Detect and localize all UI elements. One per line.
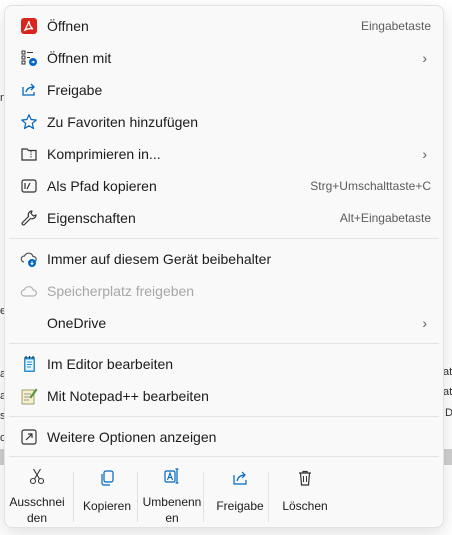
background-text: at bbox=[443, 366, 452, 378]
cut-button[interactable]: Ausschneiden bbox=[7, 462, 67, 525]
copy-button[interactable]: Kopieren bbox=[77, 462, 137, 524]
background-text: at bbox=[443, 386, 452, 398]
action-separator bbox=[137, 472, 138, 522]
delete-button[interactable]: Löschen bbox=[275, 462, 335, 524]
action-label: Löschen bbox=[282, 499, 328, 513]
chevron-right-icon: › bbox=[422, 50, 427, 66]
notepadpp-icon bbox=[19, 386, 39, 406]
menu-item-compress[interactable]: Komprimieren in... › bbox=[9, 139, 439, 169]
shortcut-text: Eingabetaste bbox=[360, 19, 431, 33]
menu-item-properties[interactable]: Eigenschaften Alt+Eingabetaste bbox=[9, 203, 439, 233]
menu-item-add-favorites[interactable]: Zu Favoriten hinzufügen bbox=[9, 107, 439, 137]
menu-item-label: Mit Notepad++ bearbeiten bbox=[47, 388, 209, 404]
background-text: D bbox=[445, 407, 452, 419]
shortcut-text: Alt+Eingabetaste bbox=[339, 211, 431, 225]
menu-item-label: Zu Favoriten hinzufügen bbox=[47, 114, 198, 130]
menu-separator bbox=[9, 238, 439, 239]
cloud-download-icon bbox=[19, 249, 39, 269]
menu-item-edit-in-editor[interactable]: Im Editor bearbeiten bbox=[9, 349, 439, 379]
action-label: Freigabe bbox=[216, 499, 264, 513]
action-label: Kopieren bbox=[82, 499, 132, 513]
action-separator bbox=[268, 472, 269, 522]
menu-item-show-more-options[interactable]: Weitere Optionen anzeigen bbox=[9, 422, 439, 452]
action-separator bbox=[73, 472, 74, 522]
rename-button[interactable]: Umbenennen bbox=[142, 462, 202, 525]
menu-item-label: Öffnen mit bbox=[47, 50, 112, 66]
open-with-icon bbox=[19, 48, 39, 68]
share-button[interactable]: Freigabe bbox=[210, 462, 270, 524]
menu-item-label: Komprimieren in... bbox=[47, 146, 161, 162]
menu-item-label: Als Pfad kopieren bbox=[47, 178, 157, 194]
menu-item-onedrive[interactable]: OneDrive › bbox=[9, 308, 439, 338]
menu-separator bbox=[9, 343, 439, 344]
menu-item-label: Weitere Optionen anzeigen bbox=[47, 429, 217, 445]
menu-item-open[interactable]: Öffnen Eingabetaste bbox=[9, 11, 439, 41]
star-icon bbox=[19, 112, 39, 132]
menu-item-label: OneDrive bbox=[47, 315, 107, 331]
menu-item-label: Eigenschaften bbox=[47, 210, 136, 226]
more-options-icon bbox=[19, 427, 39, 447]
menu-separator bbox=[9, 456, 439, 457]
menu-item-copy-as-path[interactable]: Als Pfad kopieren Strg+Umschalttaste+C bbox=[9, 171, 439, 201]
cloud-icon bbox=[19, 281, 39, 301]
shortcut-text: Strg+Umschalttaste+C bbox=[310, 179, 431, 193]
menu-item-label: Immer auf diesem Gerät beibehalter bbox=[47, 251, 272, 267]
menu-item-edit-notepadpp[interactable]: Mit Notepad++ bearbeiten bbox=[9, 381, 439, 411]
trash-icon bbox=[296, 467, 314, 489]
share-icon bbox=[19, 80, 39, 100]
context-menu: Öffnen Eingabetaste Öffnen mit › Freigab… bbox=[4, 5, 444, 528]
menu-item-label: Im Editor bearbeiten bbox=[47, 356, 174, 372]
zip-folder-icon bbox=[19, 144, 39, 164]
menu-item-label: Öffnen bbox=[47, 18, 89, 34]
pdf-icon bbox=[19, 16, 39, 36]
chevron-right-icon: › bbox=[422, 146, 427, 162]
copy-icon bbox=[98, 467, 116, 489]
share-icon bbox=[231, 467, 249, 489]
wrench-icon bbox=[19, 208, 39, 228]
action-label: Umbenennen bbox=[142, 495, 202, 525]
menu-separator bbox=[9, 416, 439, 417]
copy-path-icon bbox=[19, 176, 39, 196]
scissors-icon bbox=[28, 467, 46, 485]
menu-item-share[interactable]: Freigabe bbox=[9, 75, 439, 105]
menu-item-label: Speicherplatz freigeben bbox=[47, 283, 195, 299]
action-label: Ausschneiden bbox=[9, 495, 65, 525]
menu-item-label: Freigabe bbox=[47, 82, 103, 98]
menu-item-always-keep[interactable]: Immer auf diesem Gerät beibehalter bbox=[9, 244, 439, 274]
notepad-icon bbox=[19, 354, 39, 374]
menu-item-open-with[interactable]: Öffnen mit › bbox=[9, 43, 439, 73]
rename-icon bbox=[163, 467, 181, 485]
quick-action-bar: Ausschneiden Kopieren Umbenennen Freigab… bbox=[7, 462, 335, 525]
action-separator bbox=[203, 472, 204, 522]
menu-item-free-up-space: Speicherplatz freigeben bbox=[9, 276, 439, 306]
chevron-right-icon: › bbox=[422, 315, 427, 331]
